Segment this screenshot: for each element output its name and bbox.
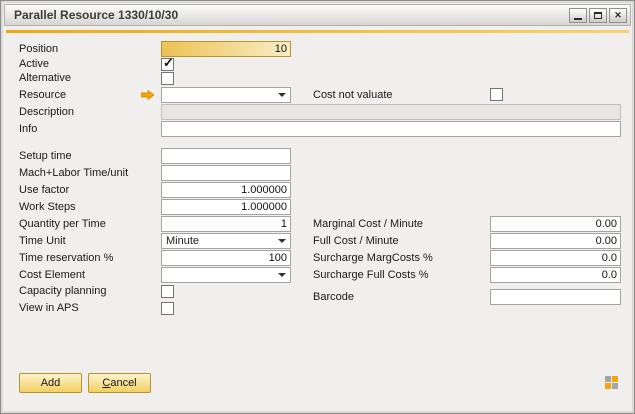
minimize-button[interactable] [569, 8, 587, 23]
check-icon: ✓ [163, 55, 174, 71]
mach-labor-time-label: Mach+Labor Time/unit [19, 166, 128, 181]
position-label: Position [19, 42, 58, 57]
resource-select[interactable] [161, 87, 291, 103]
accent-line [6, 30, 629, 33]
time-reservation-label: Time reservation % [19, 251, 113, 266]
use-factor-input[interactable] [161, 182, 291, 198]
view-in-aps-checkbox[interactable] [161, 302, 174, 315]
close-button[interactable]: ✕ [609, 8, 627, 23]
maximize-icon [594, 12, 602, 19]
alternative-checkbox[interactable] [161, 72, 174, 85]
chevron-down-icon [278, 239, 286, 243]
description-input [161, 104, 621, 120]
cost-not-valuate-label: Cost not valuate [313, 88, 393, 103]
info-label: Info [19, 122, 37, 137]
add-button[interactable]: Add [19, 373, 82, 393]
full-cost-label: Full Cost / Minute [313, 234, 399, 249]
quantity-per-time-label: Quantity per Time [19, 217, 106, 232]
cost-element-label: Cost Element [19, 268, 85, 283]
info-input[interactable] [161, 121, 621, 137]
position-input[interactable] [161, 41, 291, 57]
time-unit-select[interactable]: Minute [161, 233, 291, 249]
chevron-down-icon [278, 93, 286, 97]
chevron-down-icon [278, 273, 286, 277]
addon-grid-icon-square [605, 383, 611, 389]
surcharge-margcosts-label: Surcharge MargCosts % [313, 251, 433, 266]
addon-grid-icon-square [612, 376, 618, 382]
work-steps-label: Work Steps [19, 200, 76, 215]
addon-grid-icon[interactable] [605, 376, 619, 390]
time-unit-label: Time Unit [19, 234, 66, 249]
mach-labor-time-input[interactable] [161, 165, 291, 181]
time-unit-value: Minute [166, 234, 274, 248]
marginal-cost-label: Marginal Cost / Minute [313, 217, 423, 232]
setup-time-input[interactable] [161, 148, 291, 164]
active-label: Active [19, 57, 49, 72]
time-reservation-input[interactable] [161, 250, 291, 266]
barcode-label: Barcode [313, 290, 354, 305]
close-icon: ✕ [614, 11, 622, 20]
add-button-label: Add [41, 377, 61, 389]
barcode-input[interactable] [490, 289, 621, 305]
setup-time-label: Setup time [19, 149, 72, 164]
titlebar[interactable]: Parallel Resource 1330/10/30 ✕ [4, 4, 631, 26]
addon-grid-icon-square [612, 383, 618, 389]
cost-element-select[interactable] [161, 267, 291, 283]
quantity-per-time-input[interactable] [161, 216, 291, 232]
alternative-label: Alternative [19, 71, 71, 86]
surcharge-margcosts-input[interactable] [490, 250, 621, 266]
view-in-aps-label: View in APS [19, 301, 79, 316]
minimize-icon [574, 18, 582, 20]
maximize-button[interactable] [589, 8, 607, 23]
marginal-cost-input[interactable] [490, 216, 621, 232]
active-checkbox[interactable]: ✓ [161, 58, 174, 71]
link-arrow-icon[interactable] [141, 90, 155, 100]
addon-grid-icon-square [605, 376, 611, 382]
full-cost-input[interactable] [490, 233, 621, 249]
cancel-button-label: Cancel [102, 377, 136, 389]
cost-not-valuate-checkbox[interactable] [490, 88, 503, 101]
use-factor-label: Use factor [19, 183, 69, 198]
capacity-planning-label: Capacity planning [19, 284, 106, 299]
surcharge-full-costs-label: Surcharge Full Costs % [313, 268, 429, 283]
window-title: Parallel Resource 1330/10/30 [14, 8, 567, 22]
parallel-resource-window: Parallel Resource 1330/10/30 ✕ Position … [0, 0, 635, 414]
cancel-button[interactable]: Cancel [88, 373, 151, 393]
surcharge-full-costs-input[interactable] [490, 267, 621, 283]
resource-label: Resource [19, 88, 66, 103]
capacity-planning-checkbox[interactable] [161, 285, 174, 298]
work-steps-input[interactable] [161, 199, 291, 215]
description-label: Description [19, 105, 74, 120]
